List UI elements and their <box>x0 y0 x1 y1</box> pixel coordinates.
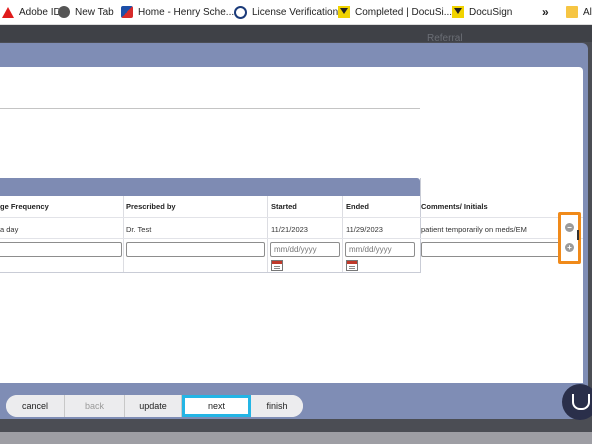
bookmark-henry-schein[interactable]: Home - Henry Sche... <box>121 0 234 24</box>
cell-ended: 11/29/2023 <box>346 225 383 234</box>
column-divider <box>267 196 268 272</box>
bookmark-docusign[interactable]: DocuSign <box>452 0 512 24</box>
ended-date-input[interactable] <box>345 242 415 257</box>
add-row-icon[interactable]: + <box>565 243 574 252</box>
globe-icon <box>58 6 70 18</box>
column-divider <box>342 196 343 272</box>
bookmark-new-tab[interactable]: New Tab <box>58 0 114 24</box>
bookmark-completed-docusign[interactable]: Completed | DocuSi... <box>338 0 452 24</box>
col-header-started: Started <box>271 202 297 211</box>
bookmark-all[interactable]: All <box>566 0 592 24</box>
row-divider <box>0 217 583 218</box>
wizard-button-bar: cancel back update next finish <box>6 395 303 417</box>
bookmark-label: Completed | DocuSi... <box>355 6 453 18</box>
remove-row-icon[interactable]: − <box>565 223 574 232</box>
cell-started: 11/21/2023 <box>271 225 308 234</box>
henry-schein-icon <box>121 6 133 18</box>
frequency-input[interactable] <box>0 242 122 257</box>
chat-launcher-icon[interactable] <box>562 384 592 420</box>
adobe-icon <box>2 6 14 18</box>
bookmarks-overflow-button[interactable]: » <box>542 0 549 24</box>
folder-icon <box>566 6 578 18</box>
text-cursor-icon <box>577 230 579 240</box>
col-header-comments: Comments/ Initials <box>421 202 488 211</box>
prescribed-by-input[interactable] <box>126 242 265 257</box>
docusign-icon <box>338 6 350 18</box>
modal-content: ge Frequency Prescribed by Started Ended… <box>0 67 583 383</box>
bookmark-label: Adobe ID <box>19 6 61 18</box>
back-button[interactable]: back <box>65 395 125 417</box>
table-header-bar <box>0 178 420 196</box>
comments-input[interactable] <box>421 242 564 257</box>
column-divider <box>123 196 124 272</box>
bookmark-label: New Tab <box>75 6 114 18</box>
bookmark-label: License Verification <box>252 6 339 18</box>
docusign-icon <box>452 6 464 18</box>
cell-frequency: a day <box>0 225 19 234</box>
update-button[interactable]: update <box>125 395 182 417</box>
finish-button[interactable]: finish <box>251 395 303 417</box>
cell-comments: patient temporarily on meds/EM <box>421 225 527 234</box>
calendar-icon[interactable] <box>346 260 358 271</box>
cancel-button[interactable]: cancel <box>6 395 65 417</box>
bookmark-license-verification[interactable]: License Verification <box>234 0 338 24</box>
row-controls: − + <box>558 212 581 264</box>
medications-table: ge Frequency Prescribed by Started Ended… <box>0 178 421 273</box>
row-divider <box>0 238 583 239</box>
bookmark-label: Home - Henry Sche... <box>138 6 235 18</box>
calendar-icon[interactable] <box>271 260 283 271</box>
started-date-input[interactable] <box>270 242 340 257</box>
cell-prescribed-by: Dr. Test <box>126 225 152 234</box>
divider <box>0 108 420 109</box>
bottom-bar <box>0 432 592 444</box>
bookmark-label: All <box>583 6 592 18</box>
background-page <box>0 25 592 42</box>
overflow-chevron-icon: » <box>542 5 549 19</box>
bookmark-adobe-id[interactable]: Adobe ID <box>2 0 61 24</box>
col-header-prescribed-by: Prescribed by <box>126 202 176 211</box>
license-icon <box>234 5 247 19</box>
next-button[interactable]: next <box>182 395 251 417</box>
bookmark-label: DocuSign <box>469 6 513 18</box>
col-header-ended: Ended <box>346 202 369 211</box>
col-header-frequency: ge Frequency <box>0 202 49 211</box>
bookmarks-bar: Adobe ID New Tab Home - Henry Sche... Li… <box>0 0 592 25</box>
